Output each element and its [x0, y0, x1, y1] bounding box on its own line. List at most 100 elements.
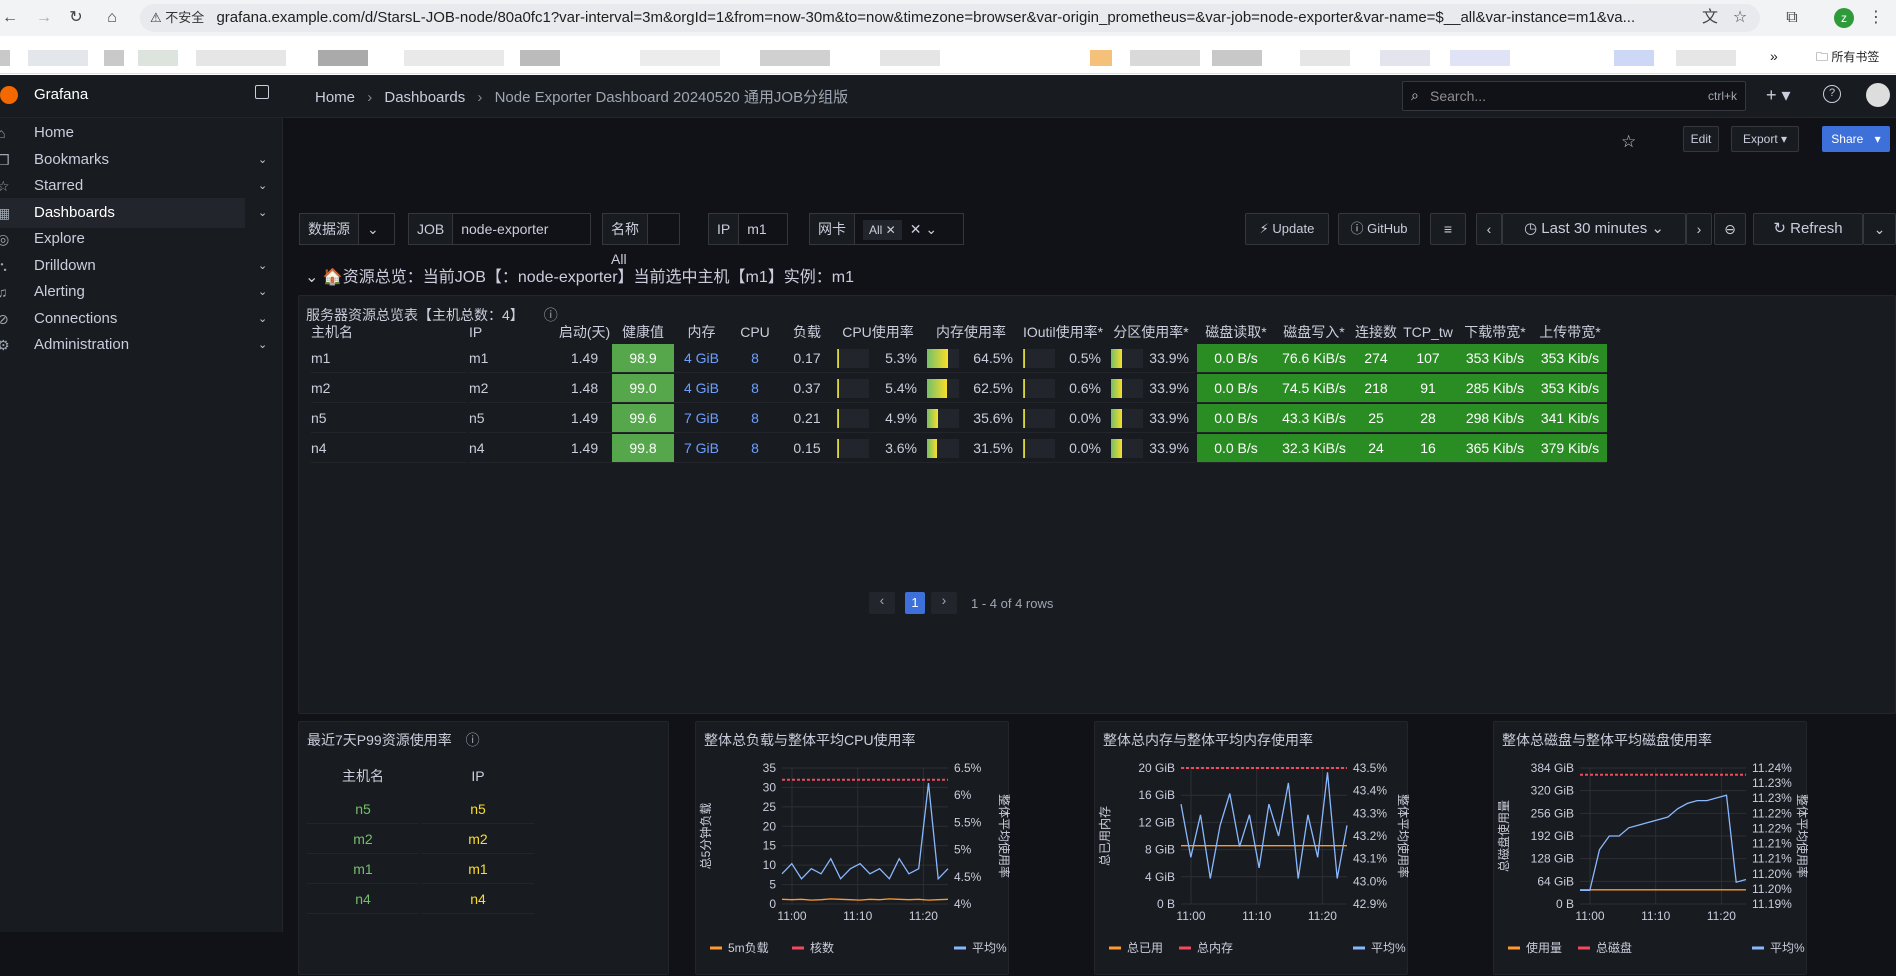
bookmark-item[interactable] [1450, 50, 1510, 66]
load-cpu-chart[interactable]: 0 5 10 15 20 25 30 35 4% 4.5% 5% 5.5% 6% 6.5% 11:00 11:… [696, 748, 1010, 976]
grafana-logo-icon[interactable] [0, 86, 18, 104]
variable-chip[interactable]: All ✕ [863, 220, 902, 240]
chevron-down-icon[interactable]: ⌄ [258, 277, 267, 307]
legend-label: 平均% [1371, 941, 1406, 955]
p99-header[interactable]: 主机名 [307, 758, 419, 794]
help-icon[interactable]: ? [1823, 85, 1841, 103]
sidebar-item-administration[interactable]: ⚙ Administration ⌄ [0, 330, 267, 360]
chevron-down-icon[interactable]: ⌄ [258, 330, 267, 360]
table-cell-cpu: 8 [729, 374, 781, 403]
address-bar[interactable]: ⚠ 不安全 grafana.example.com/d/StarsL-JOB-n… [140, 4, 1760, 32]
info-icon[interactable]: ⓘ [466, 732, 480, 748]
more-icon[interactable]: ⋮ [1866, 8, 1886, 28]
gauge-fill [1023, 439, 1025, 458]
home-icon[interactable]: ⌂ [102, 8, 122, 28]
chevron-down-icon[interactable]: ⌄ [258, 171, 267, 201]
bookmark-item[interactable] [1380, 50, 1430, 66]
export-button[interactable]: Export ▾ [1731, 126, 1799, 152]
user-avatar[interactable] [1866, 83, 1890, 107]
bookmark-star-icon[interactable]: ☆ [1730, 8, 1750, 28]
bookmark-item[interactable] [404, 50, 504, 66]
reload-icon[interactable]: ↻ [66, 8, 86, 28]
next-page-button[interactable]: › [931, 592, 957, 614]
chevron-down-icon[interactable]: ▾ [1875, 132, 1881, 146]
y2-tick-label: 6.5% [954, 761, 982, 775]
p99-header[interactable]: IP [422, 758, 534, 794]
bookmark-item[interactable] [318, 50, 368, 66]
table-cell-hostname[interactable]: m2 [311, 374, 466, 403]
security-indicator[interactable]: ⚠ 不安全 [150, 10, 204, 25]
extensions-icon[interactable]: ⧉ [1782, 8, 1802, 28]
cell-text: 76.6 KiB/s [1282, 350, 1346, 366]
time-back-button[interactable]: ‹ [1476, 213, 1502, 245]
chevron-down-icon[interactable]: ⌄ [258, 198, 267, 228]
y2-tick-label: 11.21% [1752, 837, 1792, 851]
bookmark-item[interactable] [28, 50, 88, 66]
gauge-bar [1023, 409, 1055, 428]
bookmark-item[interactable] [196, 50, 286, 66]
bookmark-item[interactable] [640, 50, 720, 66]
table-cell-hostname[interactable]: n5 [311, 404, 466, 433]
star-dashboard-icon[interactable]: ☆ [1621, 132, 1636, 152]
refresh-interval-dropdown[interactable]: ⌄ [1863, 213, 1896, 245]
profile-avatar[interactable]: z [1834, 8, 1854, 28]
bookmark-item[interactable] [760, 50, 830, 66]
y-tick-label: 0 B [1157, 897, 1175, 911]
bookmark-item[interactable] [138, 50, 178, 66]
bookmark-item[interactable] [1300, 50, 1350, 66]
sidebar-item-starred[interactable]: ☆ Starred ⌄ [0, 171, 267, 201]
table-cell-hostname[interactable]: m1 [311, 344, 466, 373]
time-forward-button[interactable]: › [1686, 213, 1712, 245]
bookmark-item[interactable] [1676, 50, 1736, 66]
bookmark-item[interactable] [520, 50, 560, 66]
sidebar-item-explore[interactable]: ◎ Explore [0, 224, 245, 254]
datasource-variable[interactable]: 数据源 ⌄ [299, 213, 395, 245]
breadcrumb-dashboards[interactable]: Dashboards [384, 89, 465, 106]
bookmark-item[interactable] [1090, 50, 1112, 66]
clear-icon[interactable]: ✕ ⌄ [910, 221, 937, 237]
apps-icon[interactable] [0, 50, 10, 66]
search-input[interactable]: ⌕ Search... ctrl+k [1402, 81, 1746, 111]
menu-icon[interactable]: ≡ [1430, 213, 1466, 245]
table-cell-disk-read: 0.0 B/s [1197, 404, 1275, 433]
job-variable[interactable]: JOB node-exporter [408, 213, 591, 245]
sidebar-item-home[interactable]: ⌂ Home [0, 118, 245, 148]
sidebar-item-alerting[interactable]: ♫ Alerting ⌄ [0, 277, 267, 307]
app-name: Grafana [34, 86, 89, 103]
github-button[interactable]: ⓘ GitHub [1338, 213, 1420, 245]
time-range-picker[interactable]: ◷ Last 30 minutes ⌄ [1502, 213, 1686, 245]
bookmark-item[interactable] [104, 50, 124, 66]
home-icon: ⌂ [0, 125, 6, 141]
memory-chart[interactable]: 0 B 4 GiB 8 GiB 12 GiB 16 GiB 20 GiB 42.9% 43.0… [1095, 748, 1409, 976]
table-cell-memory: 7 GiB [674, 404, 729, 433]
row-header[interactable]: ⌄ 🏠资源总览：当前JOB【：node-exporter】当前选中主机【m1】实… [305, 263, 854, 287]
prev-page-button[interactable]: ‹ [869, 592, 895, 614]
edit-button[interactable]: Edit [1683, 126, 1719, 152]
forward-icon[interactable]: → [34, 8, 54, 28]
bookmark-item[interactable] [880, 50, 940, 66]
bookmark-item[interactable] [1614, 50, 1654, 66]
nic-variable[interactable]: 网卡 All ✕ ✕ ⌄ [809, 213, 964, 245]
disk-chart[interactable]: 0 B 64 GiB 128 GiB 192 GiB 256 GiB 320 GiB 384… [1494, 748, 1808, 976]
breadcrumb-home[interactable]: Home [315, 89, 355, 106]
dock-menu-icon[interactable] [255, 85, 269, 99]
ip-variable[interactable]: IP m1 [708, 213, 788, 245]
table-cell-hostname[interactable]: n4 [311, 434, 466, 463]
page-number[interactable]: 1 [905, 592, 925, 614]
bookmarks-folder[interactable]: 🗀 所有书签 [1816, 48, 1879, 69]
bookmark-item[interactable] [1130, 50, 1200, 66]
zoom-out-icon[interactable]: ⊖ [1714, 213, 1746, 245]
translate-icon[interactable]: 文 [1700, 8, 1720, 28]
refresh-button[interactable]: ↻ Refresh [1753, 213, 1863, 245]
new-plus-icon[interactable]: + ▾ [1766, 85, 1791, 106]
bookmarks-bar: » 🗀 所有书签 [0, 38, 1896, 74]
bookmark-item[interactable] [1212, 50, 1262, 66]
name-variable[interactable]: 名称All [602, 213, 680, 267]
update-button[interactable]: ⚡ Update [1245, 213, 1329, 245]
bookmarks-overflow-icon[interactable]: » [1770, 48, 1778, 64]
share-button[interactable]: Share ▾ [1822, 126, 1890, 152]
sidebar-item-label: Home [34, 124, 75, 141]
cell-text: 274 [1364, 350, 1388, 366]
cell-text: 4 GiB [683, 380, 719, 396]
back-icon[interactable]: ← [0, 8, 20, 28]
